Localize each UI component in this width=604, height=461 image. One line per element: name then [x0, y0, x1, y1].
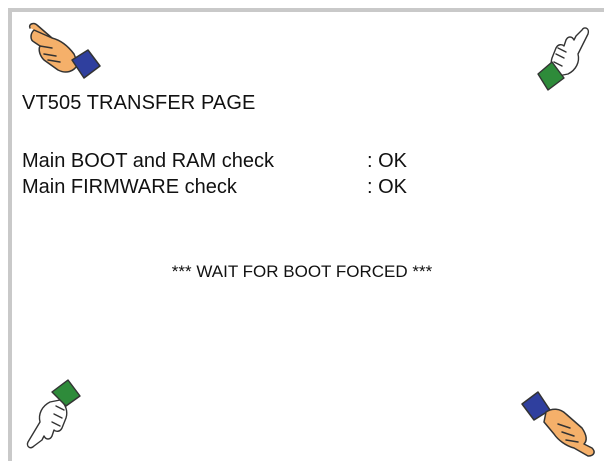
check-label: Main FIRMWARE check [22, 176, 237, 198]
wait-message: *** WAIT FOR BOOT FORCED *** [171, 262, 433, 281]
pointing-hand-icon[interactable] [22, 20, 106, 90]
pointing-hand-icon[interactable] [518, 384, 602, 458]
frame-border-top [8, 8, 604, 12]
pointing-hand-icon[interactable] [22, 372, 92, 454]
pointing-hand-icon[interactable] [532, 24, 598, 100]
page-title: VT505 TRANSFER PAGE [22, 92, 256, 114]
check-status: : OK [367, 150, 408, 172]
frame-border-left [8, 8, 12, 461]
check-status: : OK [367, 176, 408, 198]
transfer-screen: VT505 TRANSFER PAGE Main BOOT and RAM ch… [0, 0, 604, 461]
check-label: Main BOOT and RAM check [22, 150, 274, 172]
